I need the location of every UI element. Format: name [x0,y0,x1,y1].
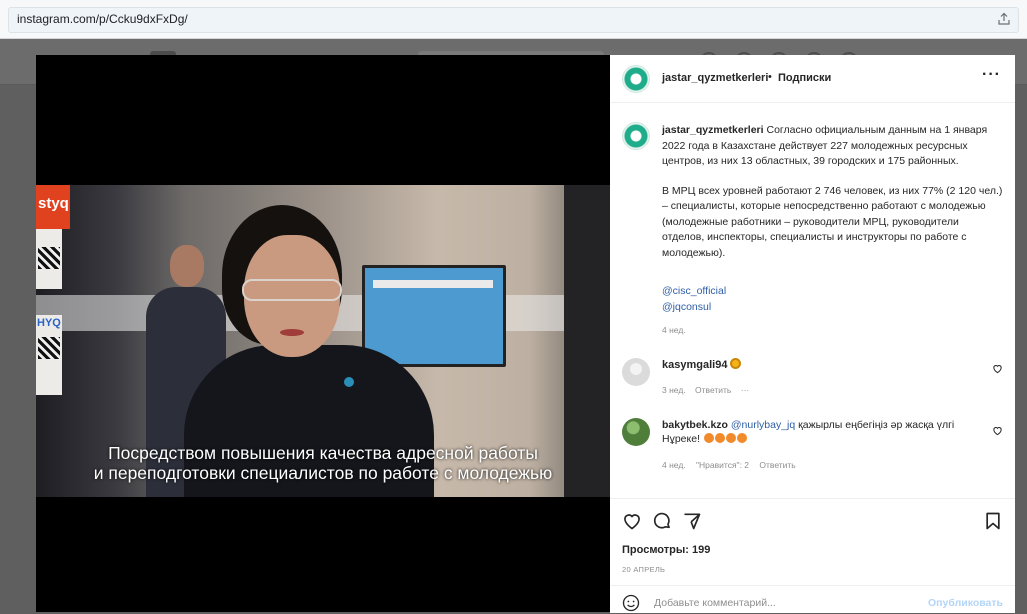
browser-address-bar: instagram.com/p/Ccku9dxFxDg/ [0,0,1027,39]
qr-code-image-lower [38,337,60,359]
comment-input[interactable]: Добавьте комментарий... [654,597,776,609]
comment-icon[interactable] [652,511,672,531]
mention-link[interactable]: @nurlybay_jq [731,419,795,431]
url-text: instagram.com/p/Ccku9dxFxDg/ [17,12,188,26]
commenter-avatar[interactable] [622,358,650,386]
caption-mentions: @cisc_official @jqconsul [662,284,726,315]
reply-button[interactable]: Ответить [759,460,795,470]
post-side-panel: jastar_qyzmetkerleri • Подписки ··· jast… [610,55,1015,613]
post-actions: Просмотры: 199 20 АПРЕЛЬ Добавьте коммен… [610,498,1015,613]
comment-2: bakytbek.kzo @nurlybay_jq қажырлы еңбегі… [662,418,982,446]
comment-timestamp[interactable]: 3 нед. [662,385,686,395]
emoji [703,433,714,443]
post-header: jastar_qyzmetkerleri • Подписки ··· [610,55,1015,103]
wall-sign: styq [36,185,70,229]
like-heart-icon[interactable] [622,511,642,531]
comment-1: kasymgali94 [662,358,742,371]
comment-timestamp[interactable]: 4 нед. [662,460,686,470]
post-comment-button[interactable]: Опубликовать [928,597,1003,609]
post-date[interactable]: 20 АПРЕЛЬ [622,565,665,574]
like-comment-heart-icon[interactable] [992,363,1003,374]
subtitle-line-2: и переподготовки специалистов по работе … [93,463,553,483]
qr-code-image [38,247,60,269]
ok-hand-emoji [730,358,742,369]
url-field[interactable]: instagram.com/p/Ccku9dxFxDg/ [8,7,1019,33]
following-button[interactable]: Подписки [778,72,831,84]
comment-2-meta: 4 нед. "Нравится": 2 Ответить [662,460,804,470]
caption-text: jastar_qyzmetkerleri Согласно официальны… [662,123,1004,261]
caption-timestamp[interactable]: 4 нед. [662,325,686,335]
caption-author-avatar[interactable] [622,122,650,150]
comment-username[interactable]: bakytbek.kzo [662,419,728,431]
emoji-smile-icon[interactable] [622,594,640,612]
caption-paragraph-2: В МРЦ всех уровней работают 2 746 челове… [662,184,1003,259]
share-send-icon[interactable] [682,511,702,531]
wall-poster-lower: HYQ [36,315,62,395]
save-bookmark-icon[interactable] [983,511,1003,531]
comment-1-meta: 3 нед. Ответить ··· [662,385,756,395]
video-subtitles: Посредством повышения качества адресной … [36,443,610,483]
emoji [714,433,725,443]
author-avatar[interactable] [622,65,650,93]
share-icon[interactable] [996,11,1012,27]
more-options-button[interactable]: ··· [982,66,1001,84]
post-video[interactable]: styq HYQ Посредством повышения качества … [36,55,610,612]
author-username[interactable]: jastar_qyzmetkerleri [662,72,768,84]
add-comment-bar: Добавьте комментарий... Опубликовать [610,585,1015,614]
mention-link[interactable]: @jqconsul [662,300,726,316]
separator-dot: • [768,71,772,83]
caption-username[interactable]: jastar_qyzmetkerleri [662,124,764,136]
mention-link[interactable]: @cisc_official [662,284,726,300]
emoji [736,433,747,443]
comment-username[interactable]: kasymgali94 [662,359,727,371]
comment-options-button[interactable]: ··· [741,385,750,395]
commenter-avatar[interactable] [622,418,650,446]
views-count[interactable]: Просмотры: 199 [622,544,710,556]
subtitle-line-1: Посредством повышения качества адресной … [108,443,538,463]
reply-button[interactable]: Ответить [695,385,731,395]
wall-poster [36,229,62,289]
like-comment-heart-icon[interactable] [992,425,1003,436]
likes-count[interactable]: "Нравится": 2 [696,460,749,470]
emoji [725,433,736,443]
